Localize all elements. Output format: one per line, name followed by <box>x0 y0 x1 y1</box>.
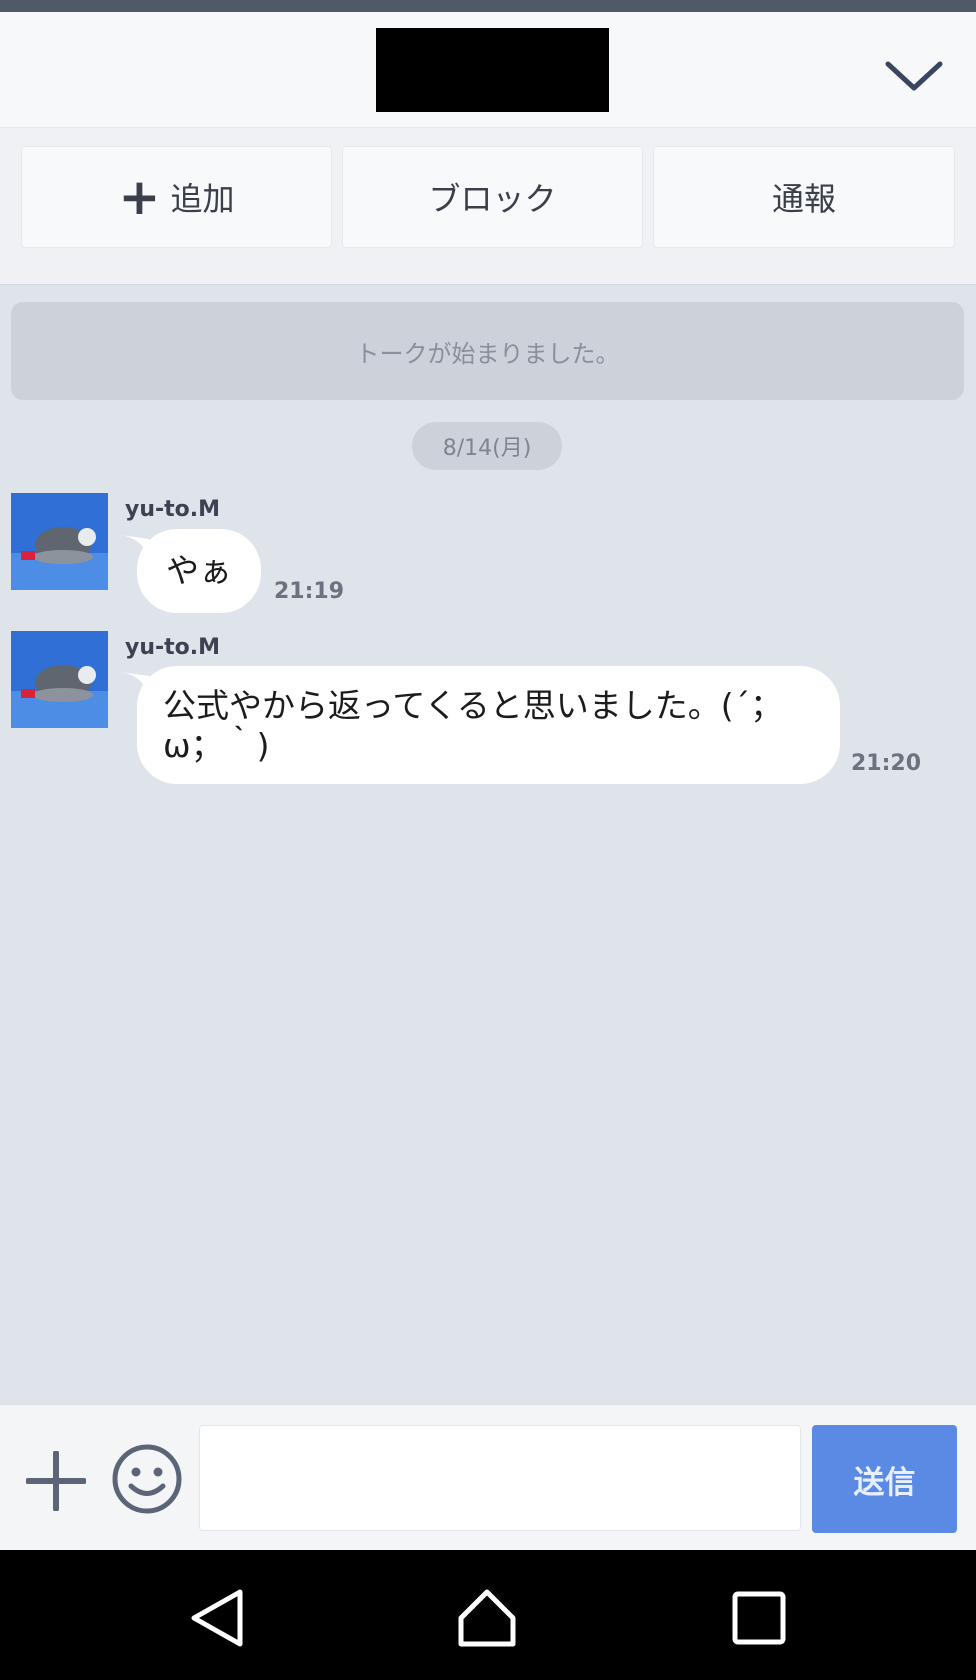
message-time: 21:20 <box>851 751 922 776</box>
system-nav-bar <box>0 1550 976 1680</box>
action-bar: + 追加 ブロック 通報 <box>0 128 976 285</box>
message-text-line: ω；｀) <box>163 726 270 765</box>
status-bar <box>0 0 976 12</box>
chat-title-redacted <box>376 28 609 112</box>
add-friend-label: 追加 <box>170 180 235 218</box>
sender-name: yu-to.M <box>125 497 221 522</box>
chevron-down-icon[interactable] <box>882 56 946 96</box>
sender-name: yu-to.M <box>125 635 221 660</box>
plus-icon[interactable] <box>26 1451 86 1511</box>
avatar[interactable] <box>11 493 108 590</box>
emoji-icon[interactable] <box>111 1443 183 1515</box>
block-label: ブロック <box>428 180 557 218</box>
message-input[interactable] <box>199 1425 801 1531</box>
report-button[interactable]: 通報 <box>653 146 955 248</box>
add-friend-button[interactable]: + 追加 <box>21 146 332 248</box>
block-button[interactable]: ブロック <box>342 146 643 248</box>
send-button[interactable]: 送信 <box>812 1425 957 1533</box>
message-time: 21:19 <box>274 579 345 604</box>
recents-square-icon[interactable] <box>727 1586 791 1650</box>
message-input-bar: 送信 <box>0 1404 976 1551</box>
message-text: やぁ <box>166 551 232 590</box>
back-triangle-icon[interactable] <box>186 1586 250 1650</box>
date-divider: 8/14(月) <box>412 422 562 470</box>
message-bubble[interactable]: 公式やから返ってくると思いました。(´； ω；｀) <box>137 666 840 784</box>
system-message: トークが始まりました。 <box>11 302 964 400</box>
message-text-line: 公式やから返ってくると思いました。(´； <box>163 686 784 725</box>
home-icon[interactable] <box>455 1586 519 1650</box>
plus-icon: + <box>118 168 161 226</box>
report-label: 通報 <box>771 180 836 218</box>
chat-header <box>0 12 976 128</box>
message-bubble[interactable]: やぁ <box>137 529 261 613</box>
avatar[interactable] <box>11 631 108 728</box>
